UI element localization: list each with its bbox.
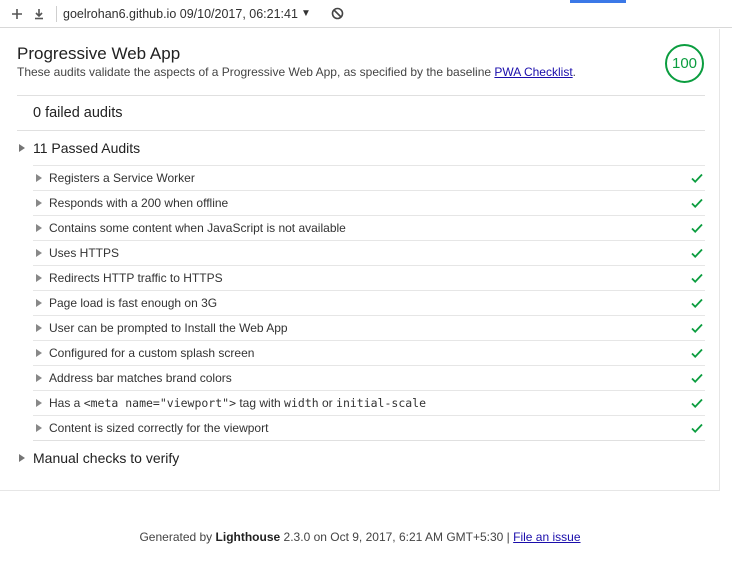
report-panel: Progressive Web App These audits validat… <box>0 29 720 491</box>
check-icon <box>691 198 703 208</box>
audit-title: Configured for a custom splash screen <box>49 346 255 360</box>
triangle-right-icon <box>36 324 42 332</box>
audit-text-fragment: tag with <box>236 396 285 410</box>
triangle-right-icon <box>36 399 42 407</box>
triangle-right-icon <box>36 274 42 282</box>
check-icon <box>691 248 703 258</box>
check-icon <box>691 348 703 358</box>
audit-row[interactable]: User can be prompted to Install the Web … <box>33 315 705 340</box>
download-icon[interactable] <box>28 3 50 25</box>
plus-icon[interactable] <box>6 3 28 25</box>
audit-title: Contains some content when JavaScript is… <box>49 221 346 235</box>
audit-title: Address bar matches brand colors <box>49 371 232 385</box>
audit-text-fragment: Has a <box>49 396 84 410</box>
footer-version-info: 2.3.0 on Oct 9, 2017, 6:21 AM GMT+5:30 | <box>283 530 510 544</box>
failed-audits-heading: 0 failed audits <box>33 105 123 121</box>
file-issue-link[interactable]: File an issue <box>513 530 580 544</box>
audit-row[interactable]: Has a <meta name="viewport"> tag with wi… <box>33 390 705 415</box>
triangle-right-icon <box>36 374 42 382</box>
audit-code-fragment: initial-scale <box>336 396 427 410</box>
pwa-checklist-link[interactable]: PWA Checklist <box>494 65 572 79</box>
check-icon <box>691 223 703 233</box>
check-icon <box>691 423 703 433</box>
triangle-right-icon <box>19 144 25 152</box>
chevron-down-icon[interactable]: ▼ <box>301 8 311 19</box>
audit-row[interactable]: Configured for a custom splash screen <box>33 340 705 365</box>
triangle-right-icon <box>36 174 42 182</box>
audit-row[interactable]: Page load is fast enough on 3G <box>33 290 705 315</box>
toolbar-divider <box>56 5 57 22</box>
audit-row[interactable]: Responds with a 200 when offline <box>33 190 705 215</box>
description-period: . <box>572 65 576 79</box>
audit-title: Uses HTTPS <box>49 246 120 260</box>
check-icon <box>691 298 703 308</box>
triangle-right-icon <box>36 299 42 307</box>
report-footer: Generated by Lighthouse 2.3.0 on Oct 9, … <box>0 530 720 544</box>
footer-tool-name: Lighthouse <box>215 530 281 544</box>
block-icon[interactable] <box>327 3 349 25</box>
triangle-right-icon <box>36 424 42 432</box>
audit-title: Registers a Service Worker <box>49 171 195 185</box>
active-tab-indicator <box>570 0 626 3</box>
audit-text-fragment: or <box>318 396 337 410</box>
failed-divider <box>17 130 705 131</box>
audit-title: Page load is fast enough on 3G <box>49 296 218 310</box>
audit-row[interactable]: Address bar matches brand colors <box>33 365 705 390</box>
audit-code-fragment: <meta name="viewport"> <box>83 396 237 410</box>
devtools-toolbar: goelrohan6.github.io 09/10/2017, 06:21:4… <box>0 0 732 28</box>
category-title: Progressive Web App <box>17 44 181 63</box>
audit-title: Has a <meta name="viewport"> tag with wi… <box>49 396 426 410</box>
audit-title: Content is sized correctly for the viewp… <box>49 421 269 435</box>
audit-title: Redirects HTTP traffic to HTTPS <box>49 271 223 285</box>
check-icon <box>691 323 703 333</box>
manual-checks-heading[interactable]: Manual checks to verify <box>33 450 179 466</box>
audit-row[interactable]: Contains some content when JavaScript is… <box>33 215 705 240</box>
score-value: 100 <box>671 55 698 72</box>
check-icon <box>691 398 703 408</box>
triangle-right-icon <box>36 199 42 207</box>
audit-row[interactable]: Content is sized correctly for the viewp… <box>33 415 705 440</box>
audit-title: User can be prompted to Install the Web … <box>49 321 288 335</box>
category-description-text: These audits validate the aspects of a P… <box>17 65 492 79</box>
header-divider <box>17 95 705 96</box>
check-icon <box>691 173 703 183</box>
triangle-right-icon <box>19 454 25 462</box>
check-icon <box>691 273 703 283</box>
audit-code-fragment: width <box>284 396 319 410</box>
audits-bottom-divider <box>33 440 705 441</box>
report-selector[interactable]: goelrohan6.github.io 09/10/2017, 06:21:4… <box>63 7 298 21</box>
audit-title: Responds with a 200 when offline <box>49 196 229 210</box>
passed-audits-heading[interactable]: 11 Passed Audits <box>33 140 140 156</box>
triangle-right-icon <box>36 249 42 257</box>
footer-generated-by: Generated by <box>139 530 213 544</box>
triangle-right-icon <box>36 349 42 357</box>
audit-row[interactable]: Registers a Service Worker <box>33 165 705 190</box>
score-gauge: 100 <box>665 44 704 83</box>
category-description: These audits validate the aspects of a P… <box>17 65 576 79</box>
audit-row[interactable]: Uses HTTPS <box>33 240 705 265</box>
check-icon <box>691 373 703 383</box>
audit-row[interactable]: Redirects HTTP traffic to HTTPS <box>33 265 705 290</box>
triangle-right-icon <box>36 224 42 232</box>
